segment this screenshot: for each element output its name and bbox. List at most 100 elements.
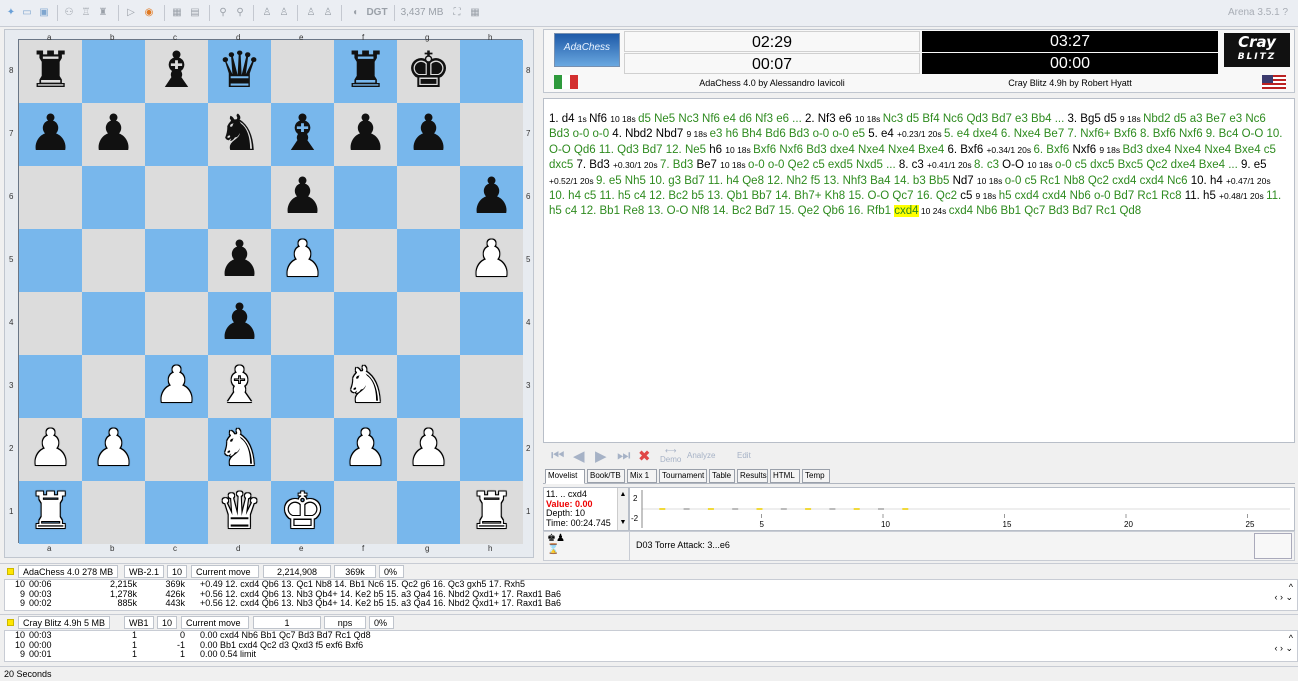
dgt-icon[interactable]: DGT [366,5,388,21]
square-g7[interactable]: ♟ [397,103,460,166]
move-token[interactable]: 3. Bg5 d5 [1067,113,1119,125]
tab-tournament[interactable]: Tournament [659,469,707,483]
move-token[interactable]: 6. Bxf6 [1034,144,1073,156]
square-h6[interactable]: ♟ [460,166,523,229]
square-a5[interactable] [19,229,82,292]
previous-move-icon[interactable]: ◀ [573,447,585,465]
white-knight-icon[interactable]: ♞ [217,423,262,473]
tab-movelist[interactable]: Movelist [545,469,585,484]
move-token[interactable]: e3 h6 Bh4 Bd6 Bd3 o-0 o-0 e5 [710,128,869,140]
stop-icon[interactable]: ◉ [142,5,156,21]
square-c2[interactable] [145,418,208,481]
engine1-output[interactable]: 10 00:06 2,215k 369k +0.49 12. cxd4 Qb6 13. … [4,579,1298,611]
chessboard[interactable]: ♜ ♝ ♛ ♜ ♚ ♟ ♟ ♞ ♝ ♟ ♟ ♟ ♟ ♟ ♟ ♟ ♟ ♟ ♝ ♞ ♟ ♟ ♞ ♟ ♟ ♜ ♛ ♚ ♜ [18,39,523,544]
black-pawn-icon[interactable]: ♟ [28,108,73,158]
move-token[interactable]: 10 18s [610,114,638,124]
square-h3[interactable] [460,355,523,418]
white-pawn-icon[interactable]: ♟ [28,423,73,473]
black-rook-icon[interactable]: ♜ [28,45,73,95]
move-token[interactable]: 8. c3 [899,159,927,171]
move-token[interactable]: Nxf6 [1073,144,1100,156]
save-icon[interactable]: ▣ [37,5,51,21]
move-token[interactable]: 10 18s [720,160,748,170]
move-token[interactable]: +0.34/1 20s [986,145,1033,155]
square-b6[interactable] [82,166,145,229]
engine-pv-row[interactable]: 9 00:01 1 1 0.00 0.54 limit [5,649,1297,660]
move-token[interactable]: Bxf6 Nxf6 Bd3 dxe4 Nxe4 Nxe4 Bxe4 [753,144,947,156]
move-token[interactable]: 9. e5 [1241,159,1267,171]
move-token[interactable]: Nc3 d5 Bf4 Nc6 Qd3 Bd7 e3 Bb4 ... [883,113,1068,125]
move-token[interactable]: 10. h4 [1191,175,1226,187]
move-token[interactable]: Nd7 [953,175,977,187]
square-g2[interactable]: ♟ [397,418,460,481]
square-d8[interactable]: ♛ [208,40,271,103]
fullscreen-icon[interactable]: ⛶ [450,5,464,21]
black-king-icon[interactable]: ♚ [406,45,451,95]
square-h4[interactable] [460,292,523,355]
engine-pv-row[interactable]: 10 00:03 1 0 0.00 cxd4 Nb6 Bb1 Qc7 Bd3 Bd7 R… [5,631,1297,641]
pgn2-icon[interactable]: ♙ [277,5,291,21]
white-bishop-icon[interactable]: ♝ [217,360,262,410]
move-token[interactable]: O-O [1002,159,1027,171]
engine-pv-row[interactable]: 10 00:06 2,215k 369k +0.49 12. cxd4 Qb6 13. … [5,580,1297,590]
square-d6[interactable] [208,166,271,229]
square-g6[interactable] [397,166,460,229]
current-move[interactable]: cxd4 [894,205,919,218]
white-pawn-icon[interactable]: ♟ [280,234,325,284]
move-token[interactable]: h5 cxd4 cxd4 Nb6 o-0 Bd7 Rc1 Rc8 [999,190,1185,202]
square-g1[interactable] [397,481,460,544]
tab-table[interactable]: Table [709,469,735,483]
square-d7[interactable]: ♞ [208,103,271,166]
black-pawn-icon[interactable]: ♟ [469,171,514,221]
black-pawn-icon[interactable]: ♟ [343,108,388,158]
square-h8[interactable] [460,40,523,103]
board-icon[interactable]: ▦ [170,5,184,21]
white-rook-icon[interactable]: ♜ [28,486,73,536]
zoom-out-icon[interactable]: ⚲ [233,5,247,21]
white-pawn-icon[interactable]: ♟ [469,234,514,284]
move-token[interactable]: 11. h5 [1185,190,1219,202]
engine2-output[interactable]: 10 00:03 1 0 0.00 cxd4 Nb6 Bb1 Qc7 Bd3 Bd7 R… [4,630,1298,662]
move-token[interactable]: 10 18s [1027,160,1055,170]
analyze-button[interactable]: Analyze [687,451,715,460]
square-a7[interactable]: ♟ [19,103,82,166]
square-c4[interactable] [145,292,208,355]
square-e3[interactable] [271,355,334,418]
move-token[interactable]: 6. Bxf6 [947,144,986,156]
square-d3[interactable]: ♝ [208,355,271,418]
move-token[interactable]: +0.52/1 20s [549,176,596,186]
white-pawn-icon[interactable]: ♟ [406,423,451,473]
square-a2[interactable]: ♟ [19,418,82,481]
move-token[interactable]: 10 18s [855,114,883,124]
tab-mix-1[interactable]: Mix 1 [627,469,657,483]
square-b5[interactable] [82,229,145,292]
square-a8[interactable]: ♜ [19,40,82,103]
square-h5[interactable]: ♟ [460,229,523,292]
engine-icon[interactable]: ⚇ [62,5,76,21]
move-token[interactable]: 1. d4 [549,113,578,125]
square-g8[interactable]: ♚ [397,40,460,103]
square-d4[interactable]: ♟ [208,292,271,355]
square-f8[interactable]: ♜ [334,40,397,103]
move-token[interactable]: o-0 c5 dxc5 Bxc5 Qc2 dxe4 Bxe4 ... [1055,159,1241,171]
black-pawn-icon[interactable]: ♟ [91,108,136,158]
move-token[interactable]: 9 18s [1099,145,1122,155]
move-token[interactable]: o-0 o-0 Qe2 c5 exd5 Nxd5 ... [748,159,899,171]
eval-scrollbar[interactable]: ▲ ▼ [617,488,628,530]
square-c7[interactable] [145,103,208,166]
square-e6[interactable]: ♟ [271,166,334,229]
move-token[interactable]: 1s [578,114,589,124]
move-token[interactable]: +0.41/1 20s [927,160,974,170]
tab-temp[interactable]: Temp [802,469,830,483]
square-e5[interactable]: ♟ [271,229,334,292]
square-g5[interactable] [397,229,460,292]
square-a4[interactable] [19,292,82,355]
demo-button[interactable]: ⟷ Demo [660,446,681,464]
move-token[interactable]: 10 18s [725,145,753,155]
white-pawn-icon[interactable]: ♟ [154,360,199,410]
square-f7[interactable]: ♟ [334,103,397,166]
move-token[interactable]: d5 Ne5 Nc3 Nf6 e4 d6 Nf3 e6 ... [638,113,805,125]
move-token[interactable]: 9 18s [686,129,709,139]
engine-pv-row[interactable]: 9 00:02 885k 443k +0.56 12. cxd4 Qb6 13. Nb3… [5,598,1297,609]
pgn-icon[interactable]: ♙ [260,5,274,21]
